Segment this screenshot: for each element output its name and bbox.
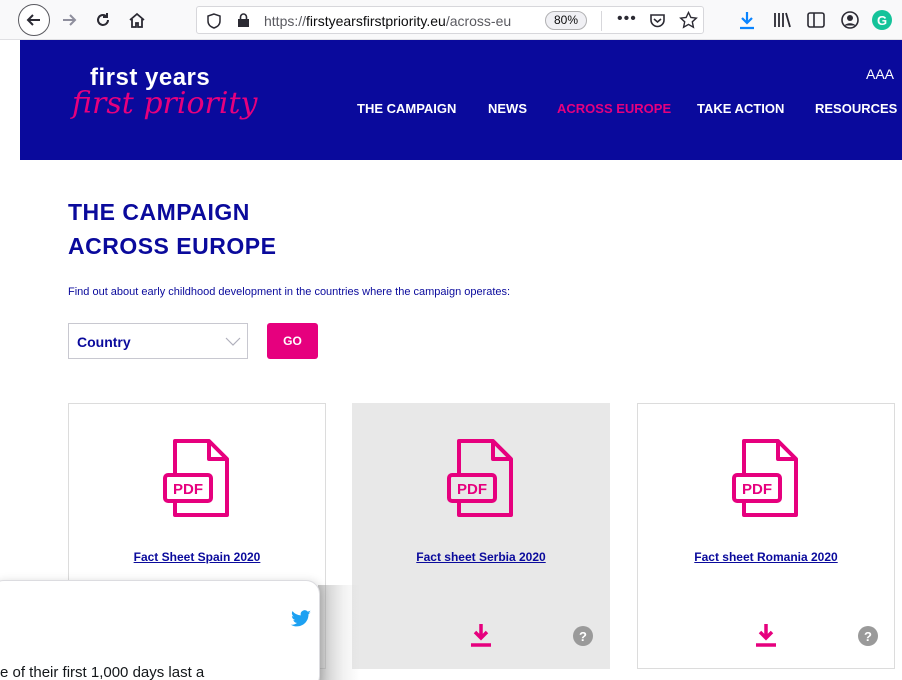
page-actions-menu-icon[interactable]: ••• [617, 10, 637, 28]
lock-icon[interactable] [237, 13, 250, 28]
fact-sheet-title[interactable]: Fact sheet Serbia 2020 [363, 550, 599, 565]
url-host: firstyearsfirstpriority.eu [306, 13, 446, 29]
go-button[interactable]: GO [267, 323, 318, 359]
back-button[interactable] [18, 4, 50, 36]
nav-news[interactable]: NEWS [488, 101, 527, 116]
nav-across-europe[interactable]: ACROSS EUROPE [557, 101, 671, 116]
grammarly-extension-icon[interactable]: G [872, 10, 892, 30]
twitter-bird-icon[interactable] [290, 610, 312, 628]
intro-text: Find out about early childhood developme… [68, 286, 511, 298]
divider [601, 11, 602, 31]
nav-resources[interactable]: RESOURCES [815, 101, 897, 116]
zoom-indicator[interactable]: 80% [545, 11, 588, 30]
pocket-icon[interactable] [649, 12, 666, 29]
fact-sheet-card-romania[interactable]: PDF Fact sheet Romania 2020 ? [637, 403, 895, 669]
download-icon[interactable] [754, 622, 778, 648]
country-select-value: Country [77, 334, 131, 350]
url-scheme: https:// [264, 13, 307, 29]
fact-sheet-card-serbia[interactable]: PDF Fact sheet Serbia 2020 ? [352, 403, 610, 669]
chevron-down-icon [225, 337, 241, 346]
address-bar[interactable]: https://firstyearsfirstpriority.eu/acros… [196, 6, 704, 34]
pdf-label: PDF [742, 481, 772, 498]
pdf-label: PDF [173, 481, 203, 498]
bookmark-star-icon[interactable] [679, 11, 698, 30]
url-path: /across-eu [445, 13, 512, 29]
page-title: THE CAMPAIGN ACROSS EUROPE [68, 195, 276, 263]
text-size-toggle[interactable]: AAA [866, 66, 894, 82]
tweet-text: e of their first 1,000 days last a [0, 664, 205, 680]
page-title-line1: THE CAMPAIGN [68, 199, 250, 225]
reload-button[interactable] [90, 7, 116, 33]
help-icon[interactable]: ? [573, 626, 593, 646]
logo-tagline[interactable]: first priority [72, 86, 257, 121]
download-icon[interactable] [469, 622, 493, 648]
downloads-icon[interactable] [737, 10, 757, 30]
site-header: first years first priority AAA THE CAMPA… [20, 40, 902, 160]
pdf-file-icon: PDF [163, 439, 229, 517]
pixelated-artifact [318, 585, 360, 680]
browser-toolbar: https://firstyearsfirstpriority.eu/acros… [0, 0, 902, 40]
help-icon[interactable]: ? [858, 626, 878, 646]
country-select[interactable]: Country [68, 323, 248, 359]
home-button[interactable] [124, 7, 150, 33]
url-text[interactable]: https://firstyearsfirstpriority.eu/acros… [264, 13, 534, 29]
sidebar-toggle-icon[interactable] [806, 10, 826, 30]
home-icon [129, 12, 145, 28]
tracking-shield-icon[interactable] [207, 13, 221, 29]
back-arrow-icon [26, 14, 40, 26]
forward-button[interactable] [56, 7, 82, 33]
fact-sheet-title[interactable]: Fact sheet Romania 2020 [648, 550, 884, 565]
fact-sheet-title[interactable]: Fact Sheet Spain 2020 [79, 550, 315, 565]
forward-arrow-icon [63, 14, 77, 26]
page-title-line2: ACROSS EUROPE [68, 233, 277, 259]
pdf-label: PDF [457, 481, 487, 498]
nav-the-campaign[interactable]: THE CAMPAIGN [357, 101, 456, 116]
pdf-file-icon: PDF [732, 439, 798, 517]
nav-take-action[interactable]: TAKE ACTION [697, 101, 784, 116]
pdf-file-icon: PDF [447, 439, 513, 517]
library-icon[interactable] [772, 10, 792, 30]
reload-icon [97, 13, 109, 26]
account-icon[interactable] [840, 10, 860, 30]
